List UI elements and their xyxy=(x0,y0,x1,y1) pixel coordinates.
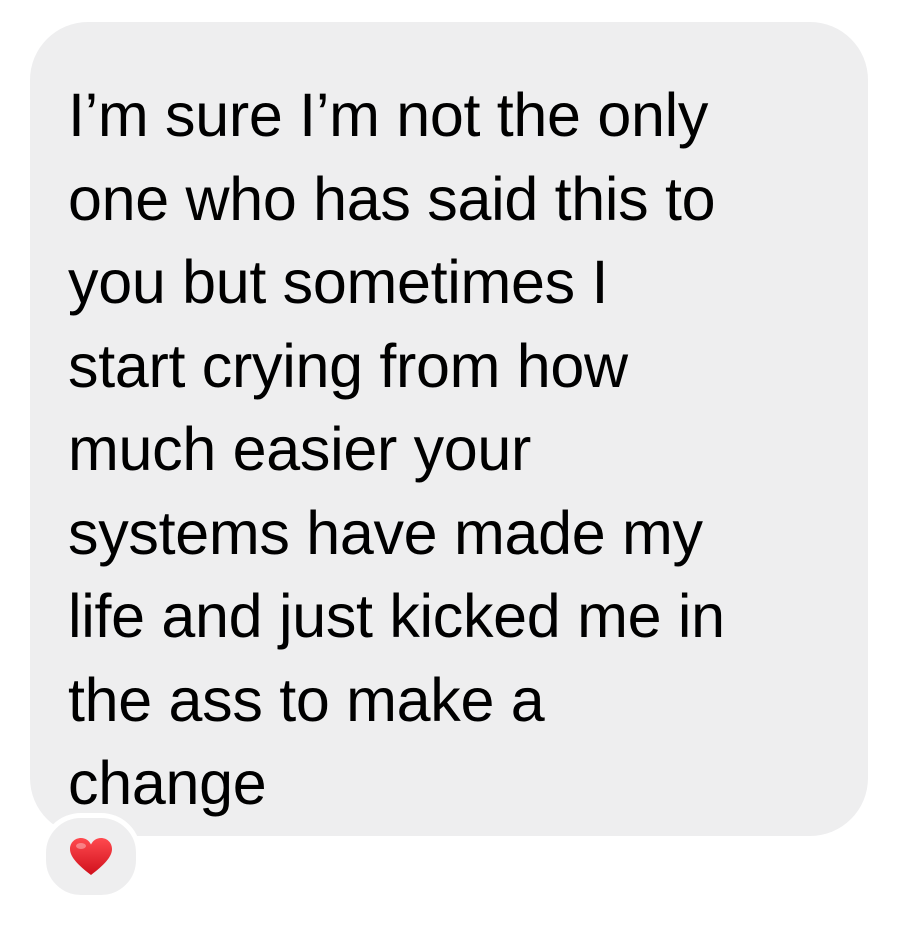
received-message-bubble[interactable]: I’m sure I’m not the only one who has sa… xyxy=(30,22,868,836)
message-line: start crying from how xyxy=(68,331,628,400)
conversation-view: I’m sure I’m not the only one who has sa… xyxy=(0,0,905,930)
message-line: systems have made my xyxy=(68,498,703,567)
red-heart-icon xyxy=(70,837,112,875)
message-line: life and just kicked me in xyxy=(68,582,725,650)
message-line: the ass to make a xyxy=(68,665,545,734)
message-line: you but sometimes I xyxy=(68,248,609,316)
message-text: I’m sure I’m not the only one who has sa… xyxy=(68,74,828,826)
message-line: change xyxy=(68,749,267,817)
message-line: much easier your xyxy=(68,415,532,483)
message-line: I’m sure I’m not the only xyxy=(68,81,709,149)
tapback-reaction-badge[interactable] xyxy=(41,813,141,900)
message-line: one who has said this to xyxy=(68,164,716,233)
